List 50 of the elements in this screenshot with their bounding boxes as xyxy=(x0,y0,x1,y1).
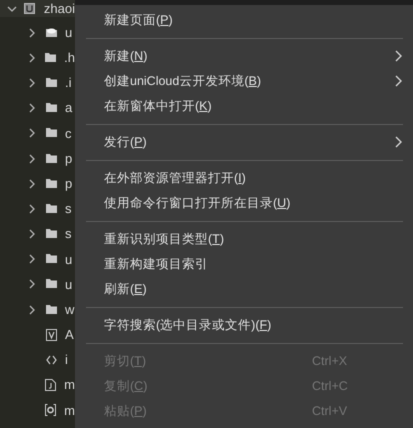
tree-item-label[interactable]: u xyxy=(65,250,72,270)
folder-icon xyxy=(46,304,57,316)
menu-item: 粘贴(P) xyxy=(104,402,147,420)
folder-icon xyxy=(46,228,57,240)
folder-icon xyxy=(46,253,57,266)
tree-item-label[interactable]: u xyxy=(65,22,72,42)
folder-icon xyxy=(46,76,57,89)
tree-item-label[interactable]: u xyxy=(65,274,72,294)
folder-icon xyxy=(46,102,57,114)
menu-item[interactable]: 在外部资源管理器打开(I) xyxy=(104,168,246,188)
tree-item-label[interactable]: m xyxy=(64,400,75,420)
menu-item: 剪切(T) xyxy=(104,352,146,370)
tree-item-label[interactable]: s xyxy=(65,199,72,219)
shortcut-label: Ctrl+X xyxy=(312,352,348,370)
tree-item-label[interactable]: .h xyxy=(64,48,75,68)
cloud-folder-icon xyxy=(46,26,57,39)
folder-icon xyxy=(46,178,57,190)
tree-item-label[interactable]: .i xyxy=(65,73,72,93)
shortcut-label: Ctrl+C xyxy=(312,378,348,395)
menu-item[interactable]: 在新窗体中打开(K) xyxy=(104,96,212,116)
tree-item-label[interactable]: c xyxy=(65,124,72,144)
tree-item-label[interactable]: i xyxy=(65,350,68,370)
tree-item-label[interactable]: s xyxy=(65,224,72,244)
folder-icon xyxy=(46,278,57,290)
menu-item[interactable]: 新建页面(P) xyxy=(104,10,173,30)
menu-item[interactable]: 重新识别项目类型(T) xyxy=(104,230,224,248)
folder-icon xyxy=(46,152,57,165)
menu-item[interactable]: 字符搜索(选中目录或文件)(F) xyxy=(104,316,272,334)
document-icon xyxy=(45,379,56,392)
shortcut-label: Ctrl+V xyxy=(312,402,348,420)
v-file-icon xyxy=(46,328,57,341)
menu-item[interactable]: 使用命令行窗口打开所在目录(U) xyxy=(104,194,290,212)
menu-item[interactable]: 发行(P) xyxy=(104,132,147,152)
gear-file-icon xyxy=(45,404,56,416)
tree-item-label[interactable]: a xyxy=(65,98,72,118)
menu-item: 复制(C) xyxy=(104,378,148,395)
tree-item-label[interactable]: A xyxy=(65,325,74,345)
tree-item-label[interactable]: p xyxy=(65,148,72,168)
menu-item[interactable]: 新建(N) xyxy=(104,46,148,66)
tree-item-label[interactable]: w xyxy=(65,300,74,320)
menu-item[interactable]: 创建uniCloud云开发环境(B) xyxy=(104,72,262,90)
folder-icon xyxy=(46,202,57,215)
menu-item[interactable]: 重新构建项目索引 xyxy=(104,254,208,274)
project-icon xyxy=(24,3,35,14)
code-brackets-icon xyxy=(46,354,57,366)
folder-icon xyxy=(46,127,57,140)
tree-item-label[interactable]: p xyxy=(65,174,72,194)
folder-icon xyxy=(45,52,56,64)
menu-item[interactable]: 刷新(E) xyxy=(104,280,147,298)
tree-item-label[interactable]: m xyxy=(64,375,75,395)
